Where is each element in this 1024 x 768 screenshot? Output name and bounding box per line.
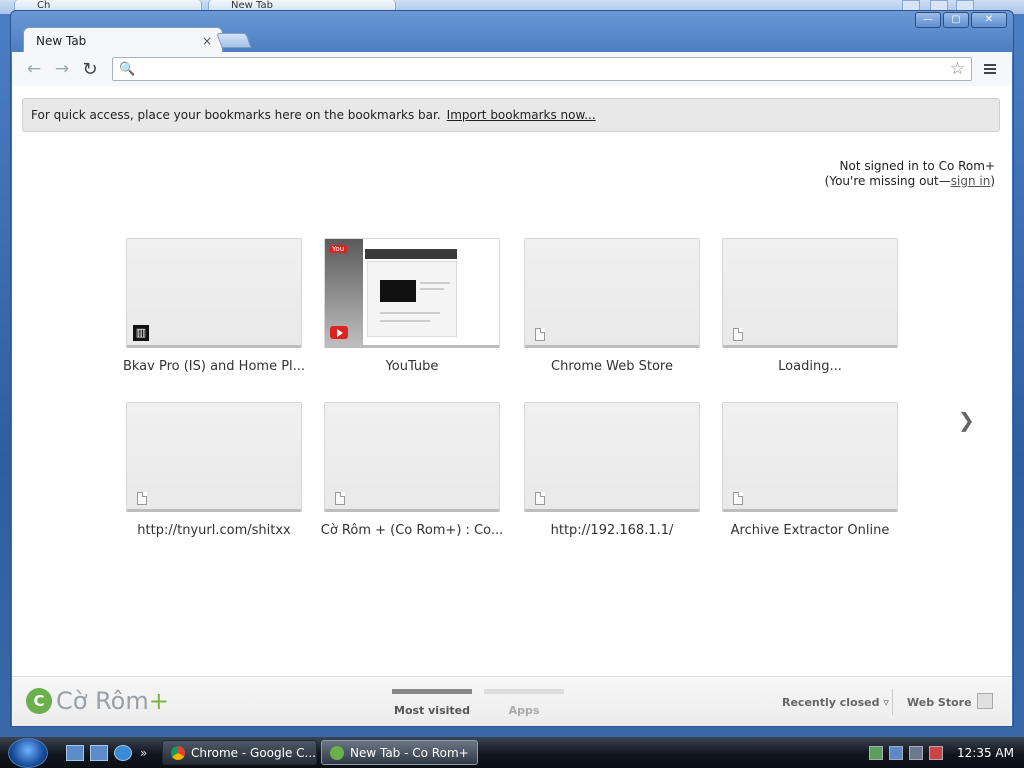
youtube-thumbnail: You	[325, 239, 499, 345]
maximize-button[interactable]: ▢	[943, 12, 969, 28]
chrome-icon	[171, 745, 185, 760]
tab-close-icon[interactable]: ×	[202, 34, 212, 48]
import-bookmarks-link[interactable]: Import bookmarks now...	[447, 108, 596, 122]
page-icon	[535, 328, 545, 341]
most-visited-tile[interactable]	[722, 238, 898, 348]
signin-line-1: Not signed in to Co Rom+	[839, 159, 996, 173]
most-visited-tile[interactable]: You	[324, 238, 500, 348]
omnibox[interactable]: 🔍 ☆	[112, 57, 972, 81]
pager-label: Apps	[508, 704, 540, 717]
page-icon	[137, 492, 147, 505]
windows-taskbar: » Chrome - Google C... New Tab - Co Rom+…	[0, 737, 1024, 768]
start-button[interactable]	[8, 737, 48, 768]
tile-label[interactable]: http://tnyurl.com/shitxx	[119, 523, 309, 538]
logo-text-main: Cờ Rôm	[56, 687, 149, 715]
youtube-icon	[330, 326, 348, 339]
most-visited-tile[interactable]: ▥	[126, 238, 302, 348]
quick-launch-more[interactable]: »	[140, 746, 147, 760]
search-icon: 🔍	[119, 61, 136, 77]
caption-buttons: — ▢ ✕	[915, 12, 1007, 28]
bookmark-star-icon[interactable]: ☆	[950, 59, 965, 79]
taskbar-button-label: New Tab - Co Rom+	[350, 745, 469, 760]
chrome-window: — ▢ ✕ New Tab × ← → ↻ 🔍 ☆ For quick acce…	[10, 10, 1014, 727]
most-visited-tile[interactable]	[324, 402, 500, 512]
recently-closed-menu[interactable]: Recently closed ▿	[782, 696, 889, 709]
pager-label: Most visited	[394, 704, 470, 717]
wrench-menu-button[interactable]	[976, 57, 1004, 81]
tab-title: New Tab	[36, 33, 87, 48]
co-rom-logo-icon: C	[26, 688, 52, 714]
co-rom-logo: C Cờ Rôm+	[26, 687, 169, 715]
most-visited-tile[interactable]	[524, 238, 700, 348]
web-store-link[interactable]: Web Store	[907, 696, 972, 709]
web-store-icon[interactable]	[977, 693, 993, 709]
new-tab-page: For quick access, place your bookmarks h…	[12, 86, 1012, 726]
tab-new-tab[interactable]: New Tab ×	[23, 27, 223, 53]
omnibox-input[interactable]	[139, 62, 950, 76]
tile-label[interactable]: Bkav Pro (IS) and Home Pl...	[119, 359, 309, 374]
signin-suffix: )	[990, 174, 995, 188]
tray-app-icon[interactable]	[869, 745, 884, 760]
reload-button[interactable]: ↻	[76, 57, 104, 81]
back-button[interactable]: ←	[20, 57, 48, 81]
bkav-icon: ▥	[133, 325, 149, 341]
next-page-arrow-icon[interactable]: ❯	[958, 408, 975, 432]
minimize-button[interactable]: —	[915, 12, 941, 28]
new-tab-button[interactable]	[216, 33, 252, 48]
menu-line-icon	[984, 64, 996, 66]
show-desktop-icon[interactable]	[66, 744, 84, 761]
tile-label[interactable]: Loading...	[715, 359, 905, 374]
page-icon	[733, 328, 743, 341]
sign-in-link[interactable]: sign in	[951, 174, 991, 188]
page-icon	[335, 492, 345, 505]
most-visited-tile[interactable]	[722, 402, 898, 512]
logo-text: Cờ Rôm+	[56, 687, 169, 715]
bookmark-bar-message: For quick access, place your bookmarks h…	[31, 108, 441, 122]
tile-label[interactable]: Chrome Web Store	[517, 359, 707, 374]
bookmark-bar-promo: For quick access, place your bookmarks h…	[22, 98, 1000, 132]
tray-app-icon[interactable]	[889, 745, 904, 760]
network-icon[interactable]	[909, 745, 924, 760]
switch-windows-icon[interactable]	[90, 744, 108, 761]
clock[interactable]: 12:35 AM	[957, 746, 1014, 760]
footer: C Cờ Rôm+ Most visited Apps Recently clo…	[12, 676, 1012, 726]
most-visited-tile[interactable]	[524, 402, 700, 512]
taskbar-button-chrome[interactable]: Chrome - Google C...	[162, 740, 317, 765]
close-button[interactable]: ✕	[971, 12, 1007, 28]
logo-text-plus: +	[148, 687, 169, 715]
page-icon	[733, 492, 743, 505]
taskbar-button-label: Chrome - Google C...	[191, 745, 316, 760]
co-rom-icon	[330, 745, 344, 760]
internet-explorer-icon[interactable]	[114, 744, 132, 761]
menu-line-icon	[984, 68, 996, 70]
toolbar: ← → ↻ 🔍 ☆	[12, 52, 1012, 86]
signin-promo: Not signed in to Co Rom+ (You're missing…	[825, 159, 995, 189]
signin-line-2: (You're missing out—sign in)	[825, 174, 995, 189]
pager-bar	[392, 689, 472, 694]
taskbar-button-co-rom[interactable]: New Tab - Co Rom+	[321, 740, 478, 765]
footer-divider	[892, 689, 893, 715]
pager-bar	[484, 689, 564, 694]
system-tray: 12:35 AM	[859, 737, 1024, 768]
tab-apps[interactable]: Apps	[484, 689, 564, 717]
tab-most-visited[interactable]: Most visited	[392, 689, 472, 717]
menu-line-icon	[984, 72, 996, 74]
tile-label[interactable]: Archive Extractor Online	[715, 523, 905, 538]
tile-label[interactable]: http://192.168.1.1/	[517, 523, 707, 538]
tile-label[interactable]: YouTube	[317, 359, 507, 374]
most-visited-tile[interactable]	[126, 402, 302, 512]
volume-muted-icon[interactable]	[929, 745, 944, 760]
signin-prefix: (You're missing out—	[824, 174, 951, 188]
tile-label[interactable]: Cờ Rôm + (Co Rom+) : Co...	[317, 523, 507, 538]
page-icon	[535, 492, 545, 505]
forward-button[interactable]: →	[48, 57, 76, 81]
